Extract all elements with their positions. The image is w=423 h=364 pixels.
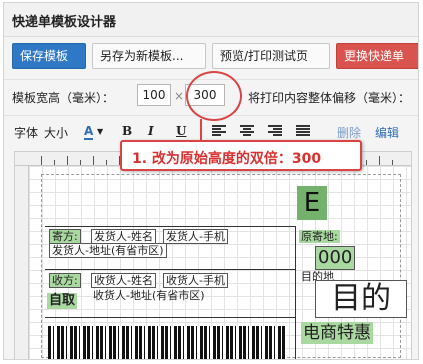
size-separator: × — [174, 89, 185, 103]
sender-phone-field[interactable]: 发货人-手机 — [163, 229, 228, 244]
font-color-button[interactable]: A — [84, 124, 94, 140]
align-center-icon[interactable] — [240, 125, 254, 137]
sender-prefix-field[interactable]: 寄方: — [49, 229, 81, 244]
align-right-icon[interactable] — [268, 125, 282, 137]
chevron-down-icon[interactable]: ▼ — [97, 127, 103, 136]
designer-window: 快递单模板设计器 保存模板 另存为新模板... 预览/打印测试页 更换快递单 模… — [3, 2, 419, 360]
vertical-ruler — [15, 166, 29, 359]
underline-button[interactable]: U — [176, 124, 186, 138]
title-bar: 快递单模板设计器 — [4, 3, 418, 37]
template-canvas[interactable]: 寄方: 发货人-姓名 发货人-手机 发货人-地址(有省市区) 收方: 收货人-姓… — [14, 151, 412, 359]
delete-button[interactable]: 删除 — [337, 124, 361, 141]
preview-print-button[interactable]: 预览/打印测试页 — [212, 43, 330, 69]
size-label: 模板宽高（毫米）： — [12, 91, 115, 105]
ecommerce-field[interactable]: 电商特惠 — [301, 322, 373, 344]
align-left-icon[interactable] — [212, 125, 226, 137]
origin-label-field[interactable]: 原寄地: — [299, 230, 340, 243]
save-as-new-button[interactable]: 另存为新模板... — [92, 43, 206, 69]
font-button[interactable]: 字体 — [14, 124, 38, 141]
sender-name-field[interactable]: 发货人-姓名 — [91, 229, 156, 244]
main-toolbar: 保存模板 另存为新模板... 预览/打印测试页 更换快递单 — [4, 39, 418, 75]
receiver-address-field[interactable]: 收货人-地址(有省市区) — [91, 289, 207, 302]
annotation-text: 1. 改为原始高度的双倍：300 — [132, 151, 322, 167]
sender-address-field[interactable]: 发货人-地址(有省市区) — [49, 243, 167, 258]
font-size-button[interactable]: 大小 — [44, 124, 68, 141]
offset-label: 将打印内容整体偏移（毫米）： — [248, 91, 411, 105]
window-title: 快递单模板设计器 — [12, 15, 117, 30]
express-type-field[interactable]: E — [297, 186, 327, 220]
receiver-prefix-field[interactable]: 收方: — [49, 273, 81, 288]
edit-button[interactable]: 编辑 — [375, 124, 399, 141]
receiver-phone-field[interactable]: 收货人-手机 — [163, 273, 228, 288]
self-pickup-field[interactable]: 自取 — [47, 293, 78, 309]
origin-code-field[interactable]: 000 — [315, 246, 356, 270]
align-justify-icon[interactable] — [296, 125, 310, 137]
barcode[interactable] — [48, 326, 286, 359]
bold-button[interactable]: B — [122, 124, 132, 138]
annotation-callout: 1. 改为原始高度的双倍：300 — [120, 140, 362, 171]
save-template-button[interactable]: 保存模板 — [12, 43, 86, 69]
receiver-name-field[interactable]: 收货人-姓名 — [91, 273, 156, 288]
height-highlight-circle — [186, 71, 242, 121]
callout-pointer — [200, 119, 202, 141]
width-input[interactable]: 100 — [137, 84, 171, 106]
italic-button[interactable]: I — [148, 124, 154, 138]
change-express-button[interactable]: 更换快递单 — [336, 43, 418, 69]
destination-field[interactable]: 目的 — [315, 280, 407, 318]
